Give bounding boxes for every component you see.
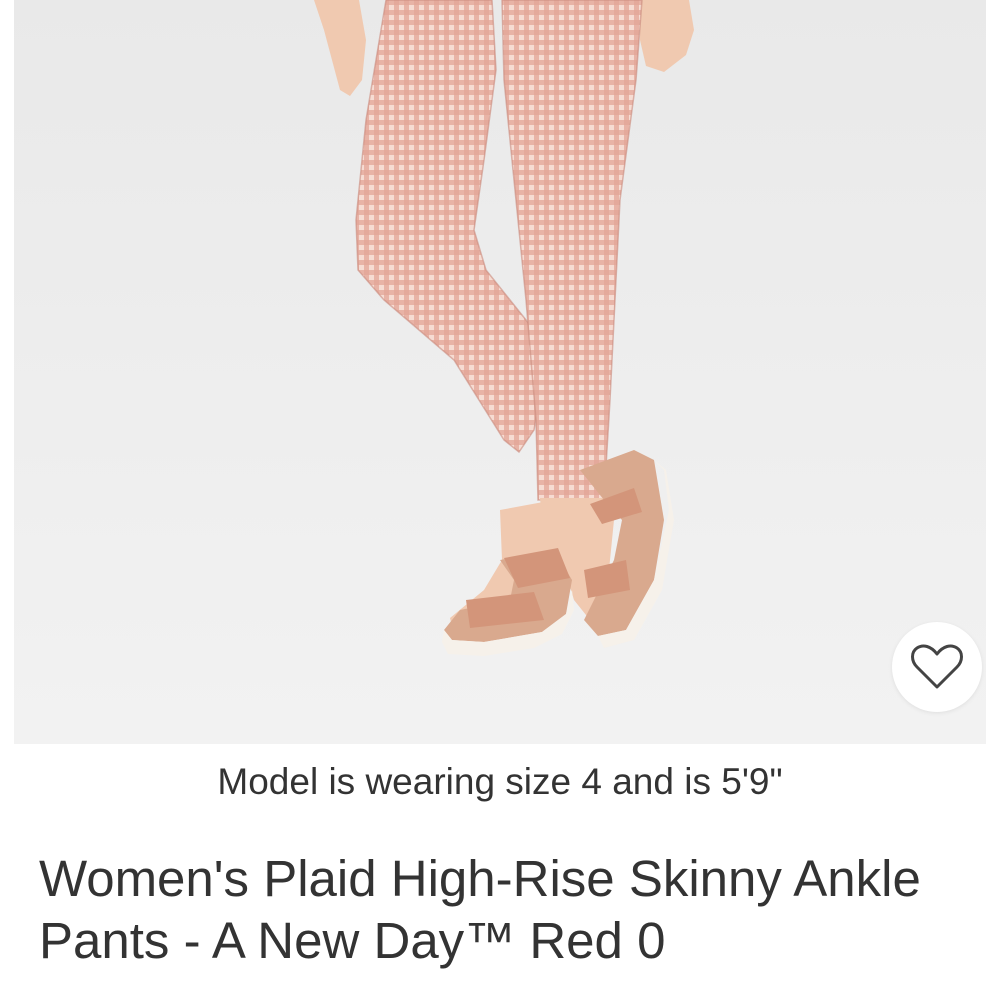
product-title: Women's Plaid High-Rise Skinny Ankle Pan… bbox=[39, 850, 921, 969]
heart-outline-icon bbox=[911, 644, 963, 689]
product-page: Model is wearing size 4 and is 5'9" Wome… bbox=[0, 0, 1000, 998]
model-size-caption: Model is wearing size 4 and is 5'9" bbox=[217, 761, 783, 802]
product-photo-pants bbox=[14, 0, 986, 744]
favorite-button[interactable] bbox=[892, 622, 982, 712]
product-image[interactable] bbox=[14, 0, 986, 744]
